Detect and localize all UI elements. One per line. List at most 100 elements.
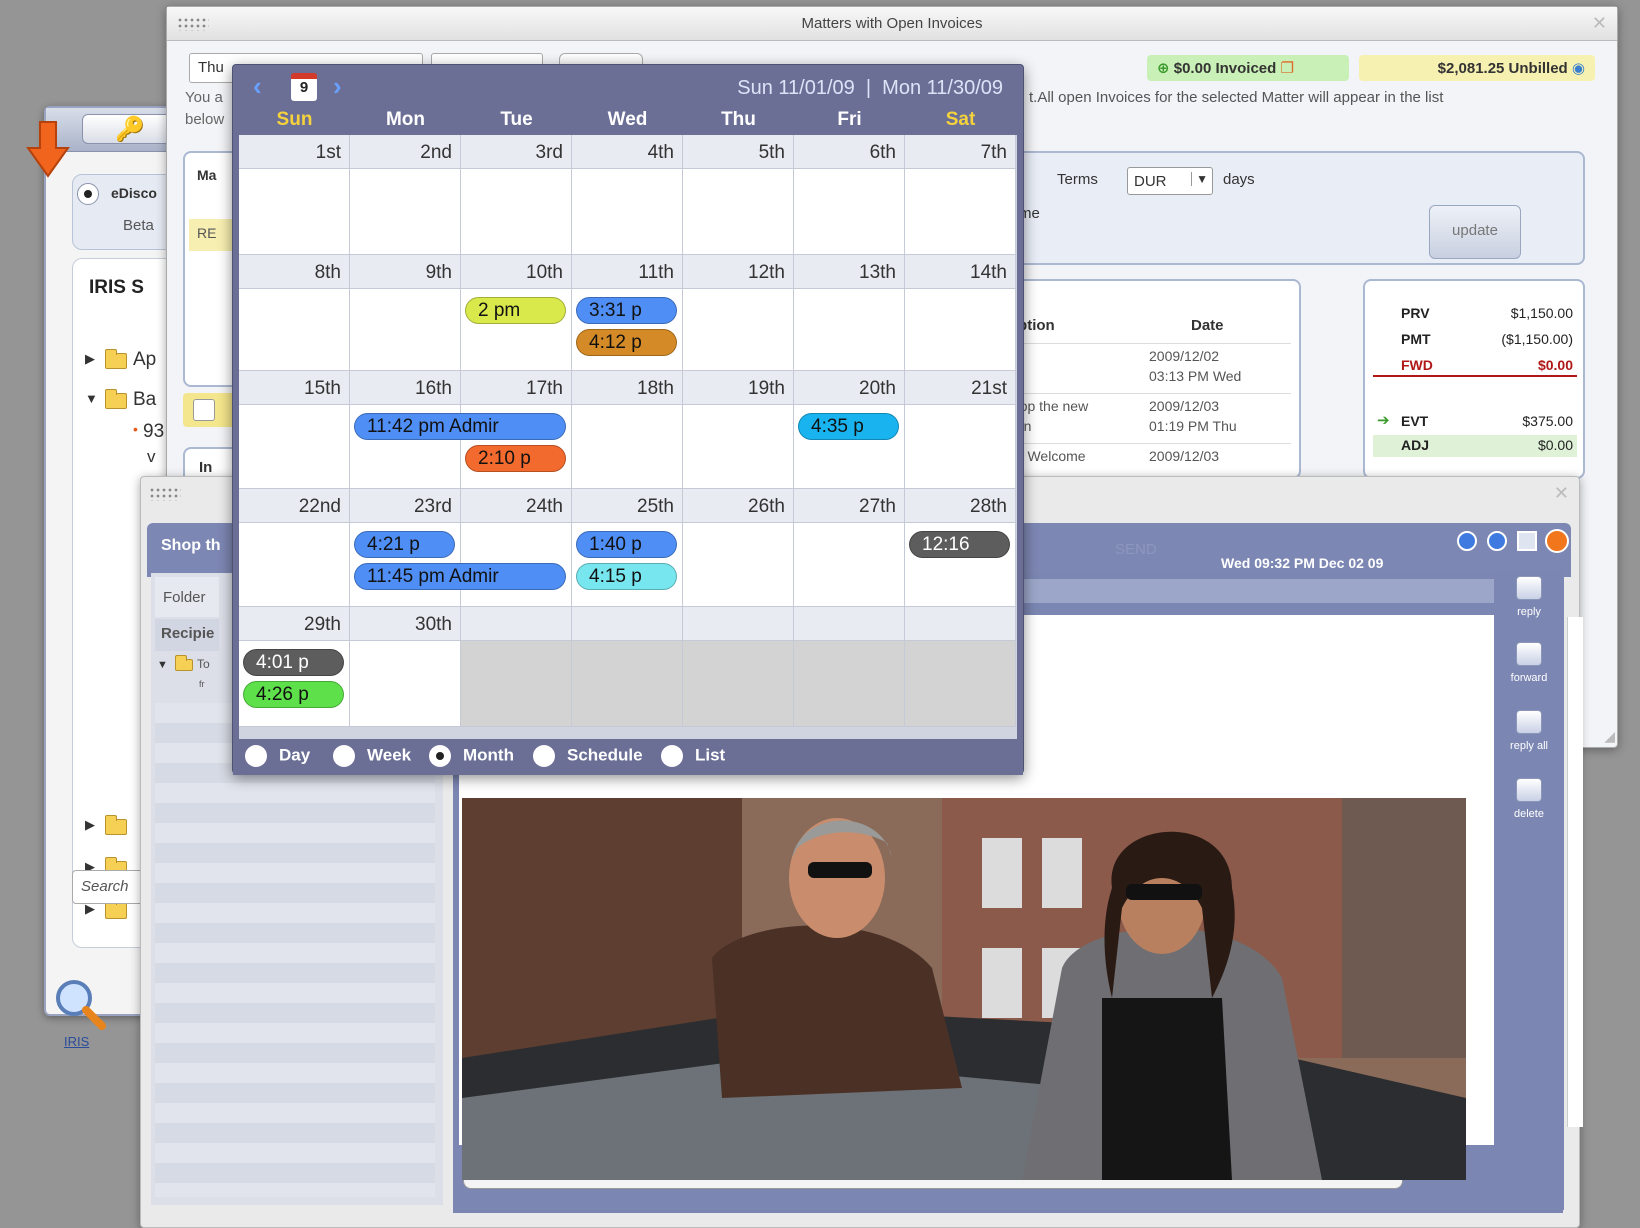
- message-box[interactable]: y pay me: [973, 201, 1421, 259]
- orange-close-icon[interactable]: [1545, 529, 1569, 553]
- grip-icon[interactable]: [149, 487, 181, 501]
- prev-icon[interactable]: [1457, 531, 1477, 551]
- calendar-day-cell[interactable]: 14th: [905, 255, 1016, 371]
- view-option-schedule[interactable]: Schedule: [533, 745, 643, 767]
- folder-child-sub: v: [147, 447, 156, 466]
- invoiced-badge[interactable]: ⊕ $0.00 Invoiced ❐: [1147, 55, 1349, 81]
- notice-text-right: t.All open Invoices for the selected Mat…: [1029, 89, 1444, 106]
- calendar-day-cell[interactable]: 21st: [905, 371, 1016, 489]
- collapse-arrow-icon[interactable]: ▼: [157, 659, 168, 671]
- calendar-event[interactable]: 11:45 pm Admir: [354, 563, 566, 590]
- view-option-month[interactable]: Month: [429, 745, 514, 767]
- delete-button[interactable]: delete: [1494, 778, 1564, 820]
- calendar-event[interactable]: 12:16: [909, 531, 1010, 558]
- collapse-arrow-icon[interactable]: ▼: [85, 391, 98, 406]
- reply-button[interactable]: reply: [1494, 576, 1564, 618]
- calendar-day-cell[interactable]: 4th: [572, 135, 683, 255]
- next-month-icon[interactable]: ›: [333, 71, 342, 102]
- calendar-event[interactable]: 4:26 p: [243, 681, 344, 708]
- day-number: 30th: [350, 607, 460, 641]
- tab-ma[interactable]: Ma: [197, 167, 216, 183]
- down-arrow-icon[interactable]: [26, 120, 70, 178]
- calendar-day-cell[interactable]: 30th: [350, 607, 461, 727]
- ediscovery-radio[interactable]: [77, 183, 99, 205]
- calendar-event[interactable]: 4:21 p: [354, 531, 455, 558]
- summary-row-adj: ADJ $0.00: [1373, 435, 1577, 457]
- calendar-event[interactable]: 1:40 p: [576, 531, 677, 558]
- calendar-event[interactable]: 11:42 pm Admir: [354, 413, 566, 440]
- calendar-event[interactable]: 4:12 p: [576, 329, 677, 356]
- mail-list-stripes: [155, 703, 435, 1197]
- radio-button[interactable]: [333, 745, 355, 767]
- forward-button[interactable]: forward: [1494, 642, 1564, 684]
- day-number: [683, 607, 793, 641]
- today-button[interactable]: 9: [291, 73, 317, 101]
- calendar-day-cell[interactable]: [905, 607, 1016, 727]
- forward-label: forward: [1510, 672, 1548, 684]
- checkbox-row[interactable]: [183, 393, 239, 427]
- radio-button[interactable]: [533, 745, 555, 767]
- checkbox[interactable]: [193, 399, 215, 421]
- calendar-event[interactable]: 4:35 p: [798, 413, 899, 440]
- calendar-day-cell[interactable]: [683, 607, 794, 727]
- expand-arrow-icon[interactable]: ▶: [85, 351, 95, 367]
- summary-code: ADJ: [1401, 437, 1430, 453]
- calendar-event[interactable]: 2 pm: [465, 297, 566, 324]
- unbilled-badge[interactable]: $2,081.25 Unbilled ◉: [1359, 55, 1595, 81]
- calendar-event[interactable]: 4:01 p: [243, 649, 344, 676]
- next-icon[interactable]: [1487, 531, 1507, 551]
- vertical-scrollbar[interactable]: [1567, 617, 1583, 1127]
- calendar-day-cell[interactable]: 19th: [683, 371, 794, 489]
- calendar-day-cell[interactable]: 8th: [239, 255, 350, 371]
- view-option-week[interactable]: Week: [333, 745, 411, 767]
- key-button[interactable]: 🔑: [82, 114, 178, 144]
- calendar-day-cell[interactable]: 3rd: [461, 135, 572, 255]
- calendar-day-cell[interactable]: 7th: [905, 135, 1016, 255]
- folder-row[interactable]: Folder: [155, 577, 219, 617]
- folder-icon: [105, 815, 127, 835]
- calendar-event[interactable]: 2:10 p: [465, 445, 566, 472]
- reply-all-button[interactable]: reply all: [1494, 710, 1564, 752]
- calendar-day-cell[interactable]: [572, 607, 683, 727]
- calendar-day-cell[interactable]: 27th: [794, 489, 905, 607]
- folder-child-item[interactable]: 93: [143, 421, 164, 443]
- calendar-day-cell[interactable]: 9th: [350, 255, 461, 371]
- calendar-day-cell[interactable]: [794, 607, 905, 727]
- calendar-day-cell[interactable]: 12th: [683, 255, 794, 371]
- view-option-day[interactable]: Day: [245, 745, 310, 767]
- invoices-titlebar[interactable]: Matters with Open Invoices ✕: [167, 7, 1617, 41]
- radio-button[interactable]: [429, 745, 451, 767]
- update-button[interactable]: update: [1429, 205, 1521, 259]
- view-option-list[interactable]: List: [661, 745, 725, 767]
- calendar-day-cell[interactable]: 18th: [572, 371, 683, 489]
- update-button-label: update: [1452, 222, 1498, 239]
- in-label: In: [199, 459, 213, 476]
- calendar-event[interactable]: 3:31 p: [576, 297, 677, 324]
- recipient-row[interactable]: Recipie: [155, 619, 219, 651]
- grid-icon[interactable]: [1517, 531, 1537, 551]
- calendar-day-cell[interactable]: 1st: [239, 135, 350, 255]
- close-icon[interactable]: ✕: [1554, 483, 1569, 504]
- send-label: SEND: [1115, 541, 1157, 558]
- terms-select[interactable]: DUR ▼: [1127, 167, 1213, 195]
- radio-button[interactable]: [245, 745, 267, 767]
- magnifier-icon[interactable]: [52, 976, 108, 1032]
- day-name-mon: Mon: [385, 109, 426, 130]
- calendar-day-cell[interactable]: 15th: [239, 371, 350, 489]
- radio-button[interactable]: [661, 745, 683, 767]
- invoice-icon: ❐: [1280, 60, 1294, 77]
- delete-icon: [1516, 778, 1542, 802]
- resize-handle-icon[interactable]: ◢: [1604, 728, 1615, 745]
- calendar-day-cell[interactable]: 2nd: [350, 135, 461, 255]
- calendar-day-cell[interactable]: 26th: [683, 489, 794, 607]
- calendar-day-cell[interactable]: 5th: [683, 135, 794, 255]
- calendar-day-cell[interactable]: [461, 607, 572, 727]
- calendar-day-cell[interactable]: 22nd: [239, 489, 350, 607]
- expand-arrow-icon[interactable]: ▶: [85, 817, 95, 833]
- calendar-event[interactable]: 4:15 p: [576, 563, 677, 590]
- close-icon[interactable]: ✕: [1592, 13, 1607, 34]
- day-number: 13th: [794, 255, 904, 289]
- calendar-day-cell[interactable]: 13th: [794, 255, 905, 371]
- calendar-day-cell[interactable]: 6th: [794, 135, 905, 255]
- prev-month-icon[interactable]: ‹: [253, 71, 262, 102]
